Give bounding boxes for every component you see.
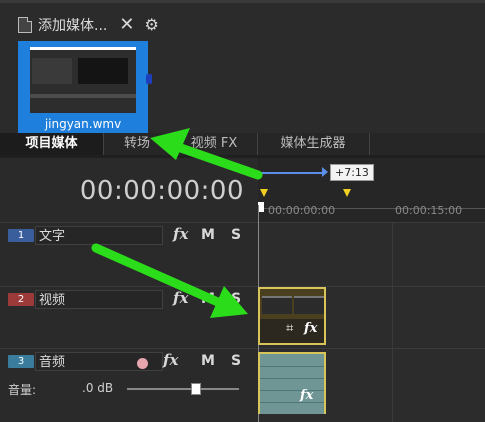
audio-clip[interactable]: fx xyxy=(258,352,326,414)
volume-slider-track[interactable] xyxy=(127,388,239,390)
track-header-video[interactable]: 2 视频 fx M S xyxy=(0,286,258,348)
video-clip[interactable]: ⌗ fx xyxy=(258,287,326,345)
thumbnail-filename: jingyan.wmv xyxy=(44,117,122,131)
timecode-display: 00:00:00:00 xyxy=(79,176,244,206)
media-tab-label: 添加媒体... xyxy=(38,18,108,34)
clip-fx-icon[interactable]: fx xyxy=(304,321,317,336)
track-header-audio[interactable]: 3 音频 fx M S 音量: .0 dB xyxy=(0,348,258,422)
crop-icon[interactable]: ⌗ xyxy=(286,321,293,336)
document-icon xyxy=(18,17,32,33)
track-number-badge: 1 xyxy=(8,229,34,242)
mute-button[interactable]: M xyxy=(201,227,215,243)
mute-button[interactable]: M xyxy=(201,291,215,307)
volume-value: .0 dB xyxy=(82,381,114,395)
close-icon[interactable]: ✕ xyxy=(119,16,134,34)
timeline-gridline xyxy=(392,222,393,422)
loop-end-marker[interactable] xyxy=(343,189,351,197)
tab-media-generators[interactable]: 媒体生成器 xyxy=(257,133,370,155)
panel-tab-bar: 项目媒体 转场 视频 FX 媒体生成器 xyxy=(0,133,485,155)
track-number-badge: 2 xyxy=(8,293,34,306)
timeline-row-text[interactable] xyxy=(258,222,485,286)
timeline-header: +7:13 00:00:00:00 00:00:15:00 xyxy=(258,158,485,222)
record-arm-icon[interactable] xyxy=(137,358,148,369)
loop-start-marker[interactable] xyxy=(260,189,268,197)
solo-button[interactable]: S xyxy=(231,291,241,307)
solo-button[interactable]: S xyxy=(231,227,241,243)
loop-region-bar[interactable] xyxy=(258,166,328,180)
timecode-panel: 00:00:00:00 xyxy=(0,158,258,222)
ruler-label-start: 00:00:00:00 xyxy=(268,204,336,217)
media-thumbnail[interactable]: jingyan.wmv xyxy=(18,41,152,133)
tab-project-media[interactable]: 项目媒体 xyxy=(0,133,104,155)
track-fx-button[interactable]: fx xyxy=(173,225,188,243)
volume-slider-thumb[interactable] xyxy=(191,383,201,395)
track-number-badge: 3 xyxy=(8,355,34,368)
tab-video-fx[interactable]: 视频 FX xyxy=(171,133,258,155)
thumbnail-image xyxy=(30,47,152,113)
solo-button[interactable]: S xyxy=(231,353,241,369)
tab-transitions[interactable]: 转场 xyxy=(103,133,172,155)
track-name-field[interactable]: 视频 xyxy=(35,290,163,309)
track-name-field[interactable]: 文字 xyxy=(35,226,163,245)
clip-fx-icon[interactable]: fx xyxy=(300,388,313,403)
media-panel-tab[interactable]: 添加媒体... ✕ ⚙ xyxy=(18,12,159,38)
track-fx-button[interactable]: fx xyxy=(163,351,178,369)
mute-button[interactable]: M xyxy=(201,353,215,369)
loop-length-label: +7:13 xyxy=(330,164,374,181)
volume-label: 音量: xyxy=(8,383,37,397)
gear-icon[interactable]: ⚙ xyxy=(144,17,158,33)
track-header-text[interactable]: 1 文字 fx M S xyxy=(0,222,258,286)
track-fx-button[interactable]: fx xyxy=(173,289,188,307)
ruler-label-15s: 00:00:15:00 xyxy=(395,204,463,217)
